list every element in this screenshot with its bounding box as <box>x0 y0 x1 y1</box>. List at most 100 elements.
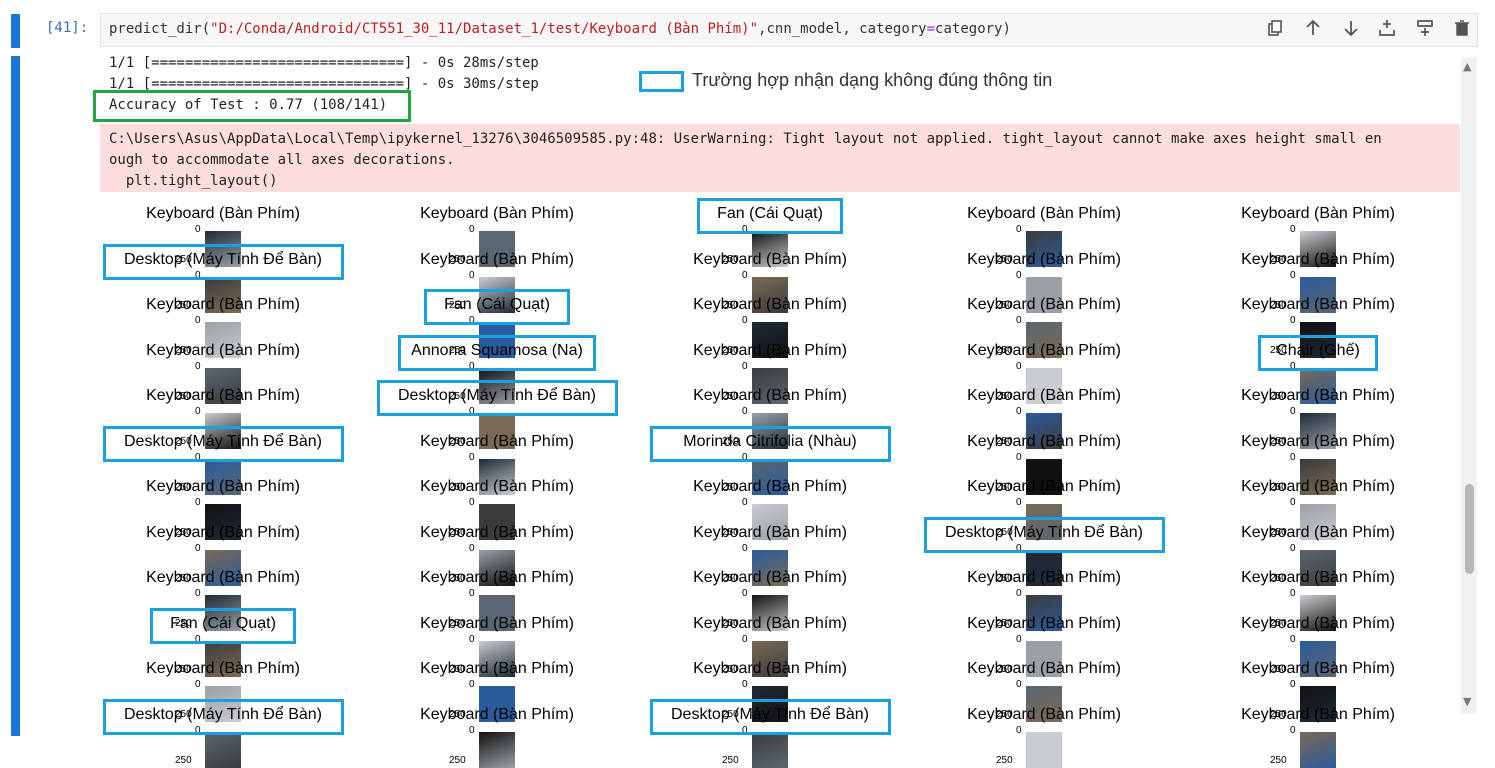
axis-tick-250: 250 <box>175 754 192 766</box>
axis-tick-0: 0 <box>1016 724 1022 736</box>
trash-icon[interactable] <box>1451 19 1473 41</box>
axis-tick-0: 0 <box>469 224 475 235</box>
scroll-up-icon[interactable]: ▲ <box>1463 60 1471 73</box>
misclassified-highlight-box <box>1257 334 1379 371</box>
axis-tick-0: 0 <box>1290 315 1296 326</box>
code-function: predict_dir( <box>109 21 211 37</box>
axis-tick-0: 0 <box>742 588 748 599</box>
axis-tick-0: 0 <box>742 269 748 281</box>
execution-count: [41]: <box>46 20 89 36</box>
axis-tick-0: 0 <box>1016 360 1022 372</box>
axis-tick-0: 0 <box>742 315 748 326</box>
axis-tick-0: 0 <box>195 679 201 690</box>
axis-tick-0: 0 <box>1016 588 1022 599</box>
misclassified-highlight-box <box>923 516 1165 553</box>
prediction-label: Keyboard (Bàn Phím) <box>967 660 1121 677</box>
prediction-label: Keyboard (Bàn Phím) <box>967 296 1121 313</box>
axis-tick-0: 0 <box>1016 497 1022 508</box>
axis-tick-0: 0 <box>742 633 748 645</box>
prediction-label: Keyboard (Bàn Phím) <box>967 432 1121 450</box>
axis-tick-0: 0 <box>469 451 475 463</box>
prediction-thumbnail <box>1026 731 1062 768</box>
axis-tick-0: 0 <box>742 497 748 508</box>
prediction-label: Keyboard (Bàn Phím) <box>146 478 300 495</box>
prediction-label: Keyboard (Bàn Phím) <box>693 341 847 359</box>
axis-tick-0: 0 <box>469 724 475 736</box>
prediction-label: Keyboard (Bàn Phím) <box>967 341 1121 359</box>
prediction-label: Keyboard (Bàn Phím) <box>420 614 574 632</box>
prediction-label: Keyboard (Bàn Phím) <box>693 614 847 632</box>
axis-tick-0: 0 <box>195 542 201 554</box>
axis-tick-0: 0 <box>1016 406 1022 417</box>
axis-tick-0: 0 <box>1016 633 1022 645</box>
axis-tick-0: 0 <box>1290 724 1296 736</box>
prediction-label: Keyboard (Bàn Phím) <box>1241 660 1395 677</box>
axis-tick-250: 250 <box>996 754 1013 766</box>
misclassified-highlight-box <box>376 380 618 416</box>
output-cell-indicator <box>11 56 20 736</box>
prediction-label: Keyboard (Bàn Phím) <box>146 387 300 404</box>
prediction-label: Keyboard (Bàn Phím) <box>146 205 300 222</box>
scrollbar-thumb[interactable] <box>1465 484 1474 574</box>
prediction-label: Keyboard (Bàn Phím) <box>967 569 1121 586</box>
axis-tick-0: 0 <box>1290 497 1296 508</box>
axis-tick-0: 0 <box>1016 269 1022 281</box>
arrow-up-icon[interactable] <box>1302 19 1324 41</box>
prediction-label: Keyboard (Bàn Phím) <box>967 387 1121 404</box>
code-args-end: category) <box>935 21 1011 37</box>
axis-tick-0: 0 <box>1290 224 1296 235</box>
code-line[interactable]: predict_dir("D:/Conda/Android/CT551_30_1… <box>109 21 1011 37</box>
legend-label: Trường hợp nhận dạng không đúng thông ti… <box>692 70 1053 90</box>
prediction-label: Keyboard (Bàn Phím) <box>146 569 300 586</box>
axis-tick-0: 0 <box>1290 451 1296 463</box>
axis-tick-0: 0 <box>195 360 201 372</box>
axis-tick-0: 0 <box>1016 315 1022 326</box>
prediction-label: Keyboard (Bàn Phím) <box>693 660 847 677</box>
misclassified-highlight-box <box>102 243 344 280</box>
prediction-label: Keyboard (Bàn Phím) <box>420 569 574 586</box>
prediction-label: Keyboard (Bàn Phím) <box>146 660 300 677</box>
prediction-label: Keyboard (Bàn Phím) <box>1241 705 1395 723</box>
misclassified-highlight-box <box>102 698 344 735</box>
insert-below-icon[interactable] <box>1414 19 1436 41</box>
axis-tick-0: 0 <box>1290 406 1296 417</box>
prediction-label: Keyboard (Bàn Phím) <box>420 523 574 541</box>
misclassified-highlight-box <box>423 289 571 325</box>
code-string: "D:/Conda/Android/CT551_30_11/Dataset_1/… <box>210 21 759 37</box>
axis-tick-0: 0 <box>1290 633 1296 645</box>
prediction-label: Keyboard (Bàn Phím) <box>967 205 1121 222</box>
axis-tick-0: 0 <box>1016 679 1022 690</box>
prediction-thumbnail <box>205 731 241 768</box>
axis-tick-0: 0 <box>195 406 201 417</box>
axis-tick-0: 0 <box>742 360 748 372</box>
prediction-label: Keyboard (Bàn Phím) <box>420 432 574 450</box>
axis-tick-0: 0 <box>1290 588 1296 599</box>
axis-tick-0: 0 <box>1016 224 1022 235</box>
copy-icon[interactable] <box>1264 19 1286 41</box>
prediction-label: Keyboard (Bàn Phím) <box>146 296 300 313</box>
prediction-label: Keyboard (Bàn Phím) <box>1241 432 1395 450</box>
prediction-label: Keyboard (Bàn Phím) <box>967 478 1121 495</box>
prediction-label: Keyboard (Bàn Phím) <box>1241 387 1395 404</box>
axis-tick-0: 0 <box>469 633 475 645</box>
prediction-label: Keyboard (Bàn Phím) <box>146 341 300 359</box>
progress-line-1: 1/1 [==============================] - 0… <box>109 55 539 71</box>
axis-tick-0: 0 <box>1290 269 1296 281</box>
axis-tick-0: 0 <box>469 588 475 599</box>
arrow-down-icon[interactable] <box>1340 19 1362 41</box>
prediction-label: Keyboard (Bàn Phím) <box>1241 569 1395 586</box>
axis-tick-0: 0 <box>195 224 201 235</box>
misclassified-highlight-box <box>149 607 297 644</box>
misclassified-highlight-box <box>649 698 891 735</box>
prediction-label: Keyboard (Bàn Phím) <box>1241 614 1395 632</box>
scrollbar-track[interactable] <box>1461 58 1477 714</box>
prediction-thumbnail <box>752 731 788 768</box>
axis-tick-0: 0 <box>742 679 748 690</box>
scroll-down-icon[interactable]: ▼ <box>1463 695 1471 708</box>
code-args: ,cnn_model, category <box>758 21 927 37</box>
insert-above-icon[interactable] <box>1376 19 1398 41</box>
prediction-label: Keyboard (Bàn Phím) <box>693 296 847 313</box>
axis-tick-0: 0 <box>195 588 201 599</box>
axis-tick-0: 0 <box>742 542 748 554</box>
misclassified-highlight-box <box>398 334 596 371</box>
